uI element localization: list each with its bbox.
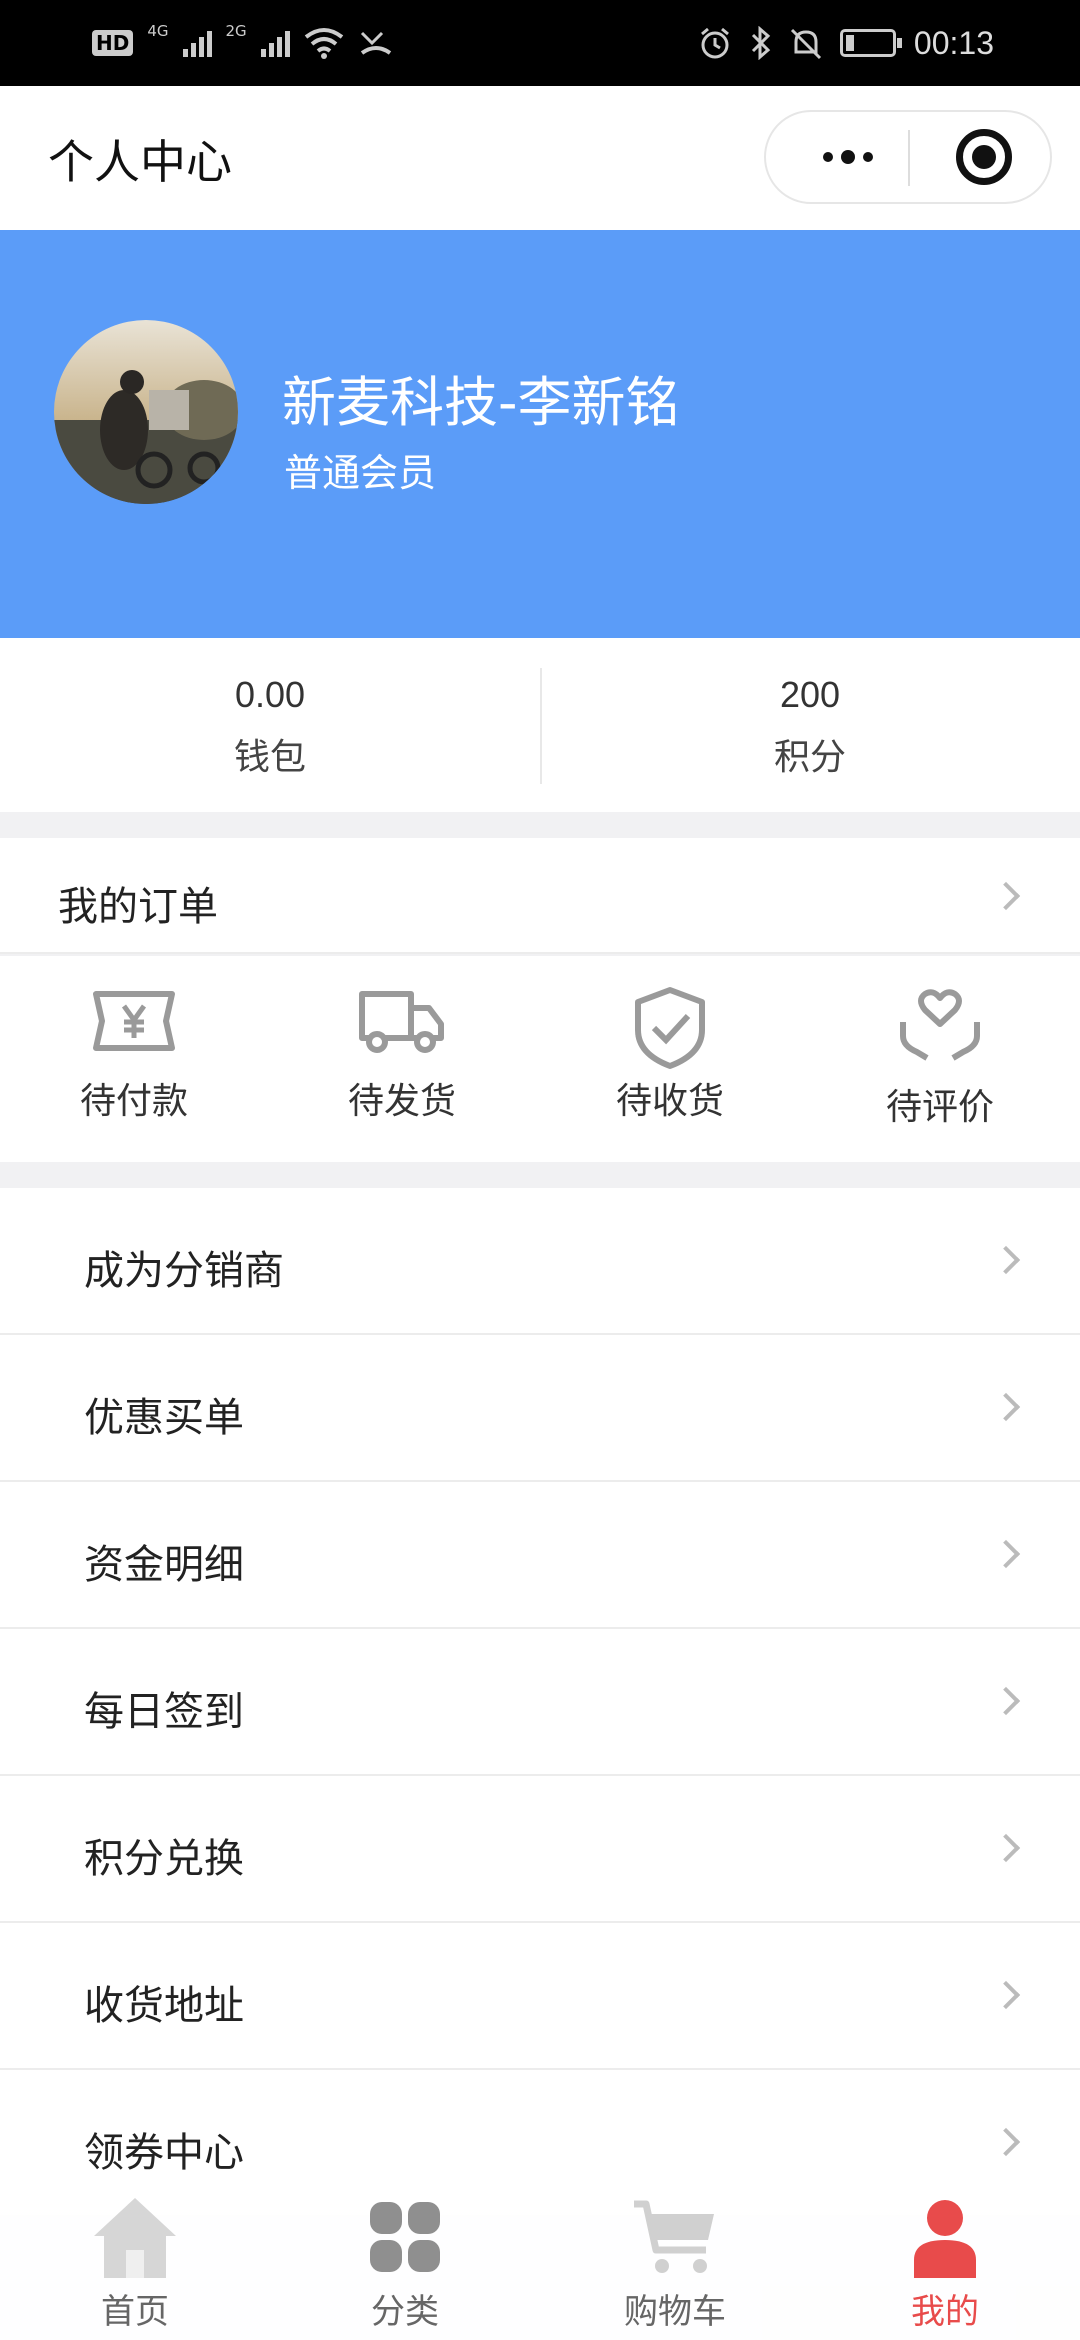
member-level: 普通会员 (284, 451, 437, 495)
menu-item-shipping-address[interactable]: 收货地址 (0, 1923, 1080, 2070)
wallet-stat[interactable]: 0.00 钱包 (0, 638, 540, 812)
user-name: 新麦科技-李新铭 (282, 371, 680, 434)
menu-item-label: 成为分销商 (84, 1248, 284, 1294)
points-label: 积分 (773, 737, 846, 778)
points-value: 200 (779, 674, 841, 715)
network-type-1: 4G (147, 22, 169, 40)
menu-item-label: 每日签到 (84, 1689, 244, 1735)
cart-icon (634, 2200, 714, 2273)
chevron-right-icon (991, 2127, 1021, 2157)
menu-item-label: 收货地址 (84, 1983, 244, 2029)
menu-item-fund-details[interactable]: 资金明细 (0, 1482, 1080, 1629)
tab-label: 购物车 (624, 2292, 726, 2332)
order-pending-payment[interactable]: 待付款 (0, 986, 268, 1136)
chevron-right-icon (991, 1539, 1021, 1569)
mini-program-capsule (764, 110, 1052, 204)
menu-item-become-distributor[interactable]: 成为分销商 (0, 1188, 1080, 1335)
ticket-yen-icon (93, 991, 175, 1051)
menu-item-label: 积分兑换 (84, 1836, 244, 1882)
menu-item-label: 优惠买单 (84, 1395, 244, 1441)
my-orders-row[interactable]: 我的订单 (0, 838, 1080, 954)
signal-icon-2 (260, 29, 290, 57)
avatar[interactable] (54, 320, 238, 504)
signal-icon (182, 29, 212, 57)
tab-label: 分类 (371, 2292, 439, 2332)
order-pending-shipment[interactable]: 待发货 (268, 986, 536, 1136)
menu-item-discount-pay[interactable]: 优惠买单 (0, 1335, 1080, 1482)
order-pending-receipt[interactable]: 待收货 (536, 986, 804, 1136)
alarm-icon (700, 27, 729, 59)
status-time: 00:13 (913, 24, 994, 61)
hd-badge: HD (92, 30, 134, 56)
order-status-row: 待付款 待发货 待收货 待评价 (0, 956, 1080, 1162)
chevron-right-icon (991, 1392, 1021, 1422)
points-stat[interactable]: 200 积分 (540, 638, 1080, 812)
bluetooth-icon (751, 26, 771, 60)
shield-check-icon (635, 987, 705, 1069)
missed-call-icon (360, 31, 391, 55)
menu-item-label: 领券中心 (84, 2130, 244, 2176)
wallet-value: 0.00 (234, 674, 306, 715)
chevron-right-icon (991, 1245, 1021, 1275)
chevron-right-icon (991, 881, 1021, 911)
status-right: 00:13 (698, 22, 994, 64)
order-label: 待收货 (615, 1081, 724, 1122)
order-pending-review[interactable]: 待评价 (806, 986, 1074, 1136)
tab-bar: 首页 分类 购物车 我的 (0, 2180, 1080, 2340)
tab-cart[interactable]: 购物车 (540, 2180, 810, 2340)
order-label: 待付款 (79, 1081, 188, 1122)
wallet-label: 钱包 (233, 737, 306, 778)
chevron-right-icon (991, 1833, 1021, 1863)
close-mini-program-icon[interactable] (956, 129, 1012, 185)
tab-label: 我的 (911, 2292, 979, 2332)
tab-label: 首页 (101, 2292, 169, 2332)
user-icon (914, 2200, 976, 2278)
more-menu-icon[interactable] (802, 112, 894, 202)
order-label: 待发货 (347, 1081, 456, 1122)
stats-bar: 0.00 钱包 200 积分 (0, 638, 1080, 812)
truck-icon (359, 991, 444, 1053)
tab-home[interactable]: 首页 (0, 2180, 270, 2340)
grid-icon (370, 2202, 440, 2272)
menu-item-points-exchange[interactable]: 积分兑换 (0, 1776, 1080, 1923)
heart-hand-icon (900, 989, 980, 1061)
chevron-right-icon (991, 1686, 1021, 1716)
network-type-2: 2G (225, 22, 247, 40)
status-left: HD 4G 2G (92, 22, 394, 64)
battery-icon (839, 29, 902, 57)
tab-mine[interactable]: 我的 (810, 2180, 1080, 2340)
menu-list: 成为分销商 优惠买单 资金明细 每日签到 积分兑换 收货地址 领券中心 (0, 1188, 1080, 2217)
my-orders-title: 我的订单 (58, 884, 218, 930)
menu-item-daily-checkin[interactable]: 每日签到 (0, 1629, 1080, 1776)
chevron-right-icon (991, 1980, 1021, 2010)
page-title: 个人中心 (48, 135, 232, 189)
capsule-divider (908, 130, 910, 186)
nav-bar: 个人中心 (0, 86, 1080, 230)
profile-header: 新麦科技-李新铭 普通会员 (0, 230, 1080, 638)
status-bar: HD 4G 2G 00:13 (0, 0, 1080, 86)
wifi-icon (304, 28, 343, 59)
mute-icon (790, 28, 821, 60)
home-icon (94, 2198, 176, 2278)
order-label: 待评价 (885, 1087, 994, 1128)
menu-item-label: 资金明细 (84, 1542, 244, 1588)
tab-category[interactable]: 分类 (270, 2180, 540, 2340)
